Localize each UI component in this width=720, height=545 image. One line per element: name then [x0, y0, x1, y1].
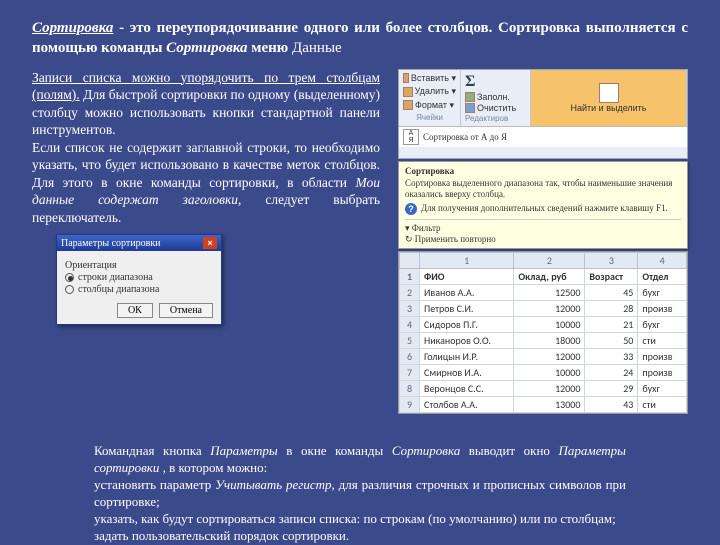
excel-ribbon: Вставить ▾ Удалить ▾ Формат ▾ Ячейки Σ З…: [398, 69, 688, 159]
table-row: 4Сидоров П.Г.1000021бухг: [400, 317, 687, 333]
page-title: Сортировка - это переупорядочивание одно…: [32, 18, 688, 59]
table-row: 3Петров С.И.1200028произв: [400, 301, 687, 317]
footer-text: Командная кнопка Параметры в окне команд…: [32, 443, 688, 544]
filter-menu[interactable]: ▾ Фильтр: [405, 223, 681, 234]
ok-button[interactable]: ОК: [117, 303, 153, 318]
sort-options-dialog: Параметры сортировки× Ориентация строки …: [56, 234, 222, 325]
figure-stack: Вставить ▾ Удалить ▾ Формат ▾ Ячейки Σ З…: [398, 69, 688, 415]
cancel-button[interactable]: Отмена: [159, 303, 213, 318]
autosum-icon[interactable]: Σ: [465, 73, 475, 91]
table-row: 6Голицын И.Р.1200033произв: [400, 349, 687, 365]
table-row: 9Столбов А.А.1300043сти: [400, 397, 687, 413]
format-menu[interactable]: Формат ▾: [415, 100, 454, 111]
radio-rows[interactable]: строки диапазона: [65, 272, 213, 283]
delete-menu[interactable]: Удалить ▾: [415, 86, 456, 97]
find-button[interactable]: Найти и выделить: [570, 103, 646, 113]
sort-az-icon[interactable]: АЯ: [403, 129, 419, 145]
sort-az-button[interactable]: Сортировка от А до Я: [423, 132, 507, 142]
table-row: 7Смирнов И.А.1000024произв: [400, 365, 687, 381]
table-row: 8Веронцов С.С.1200029бухг: [400, 381, 687, 397]
tooltip: Сортировка Сортировка выделенного диапаз…: [398, 161, 688, 250]
table-row: 5Никаноров О.О.1800050сти: [400, 333, 687, 349]
close-icon[interactable]: ×: [203, 237, 217, 249]
help-icon: ?: [405, 203, 417, 215]
radio-cols[interactable]: столбцы диапазона: [65, 284, 213, 295]
reapply-menu[interactable]: ↻ Применить повторно: [405, 234, 681, 245]
insert-menu[interactable]: Вставить ▾: [411, 73, 456, 84]
spreadsheet: 1234 1ФИООклад, рубВозрастОтдел 2Иванов …: [398, 251, 688, 414]
table-row: 2Иванов А.А.1250045бухг: [400, 285, 687, 301]
